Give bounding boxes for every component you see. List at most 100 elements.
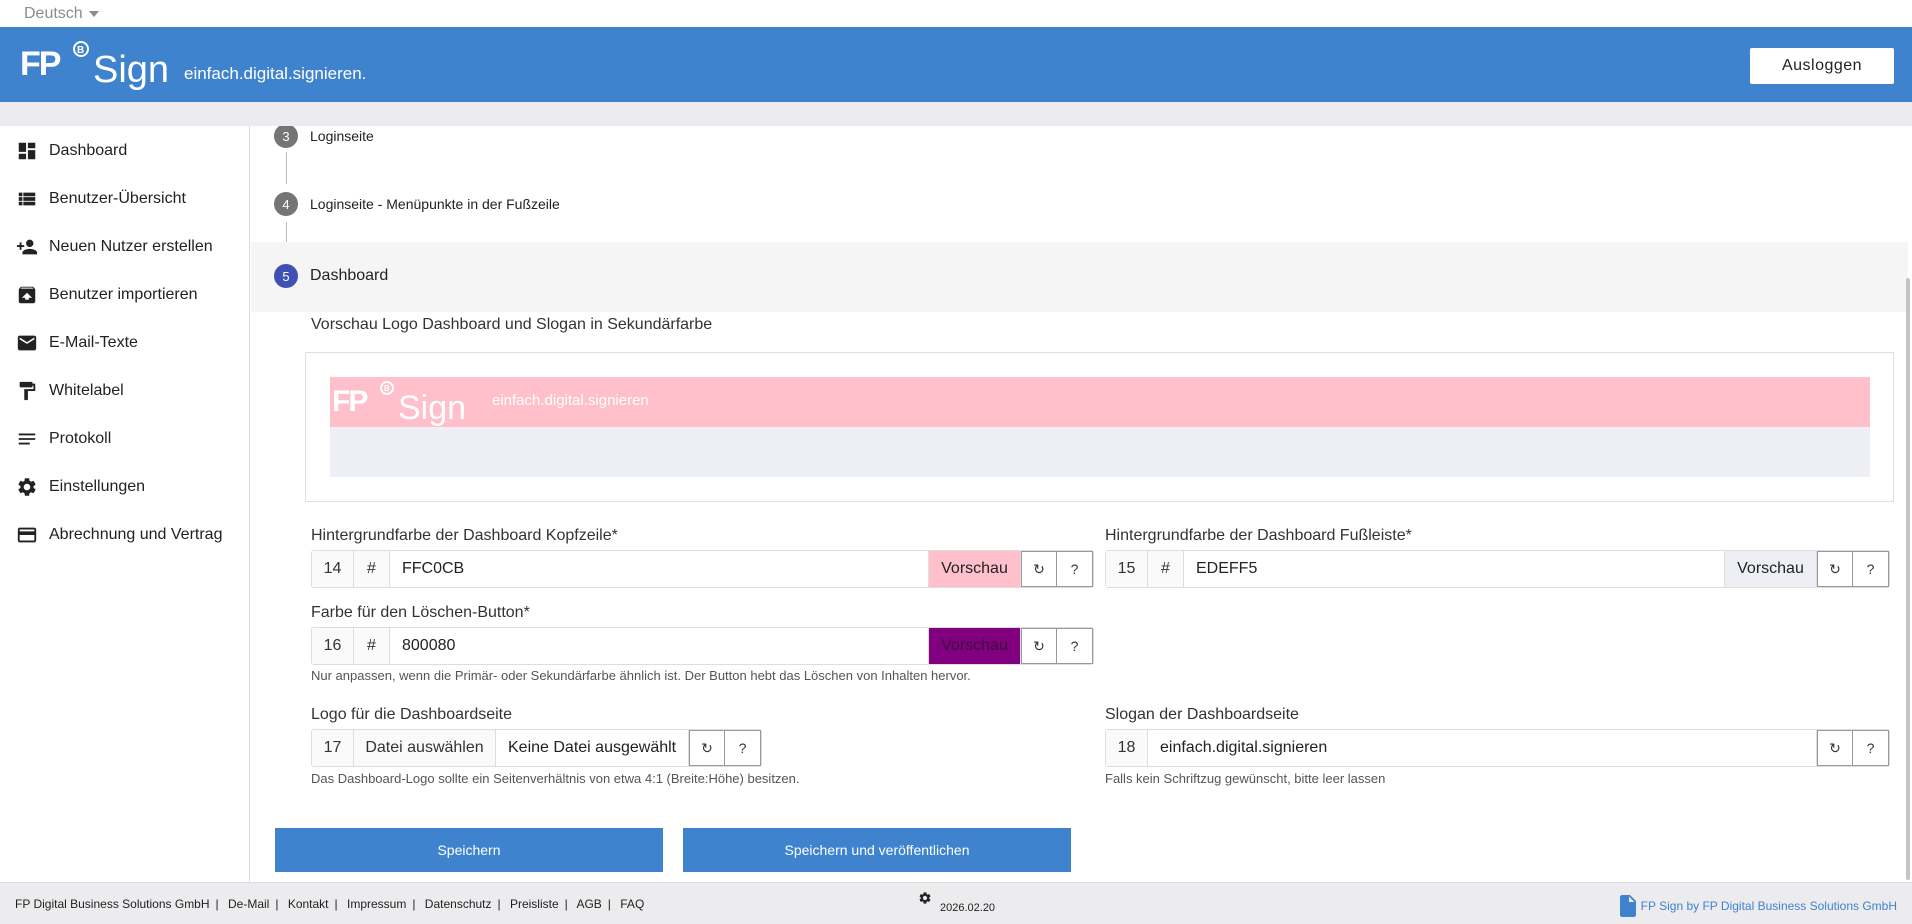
delete-color-preview: Vorschau xyxy=(929,628,1021,664)
footer-bg-input[interactable]: EDEFF5 xyxy=(1184,551,1725,587)
step-number: 5 xyxy=(274,264,298,288)
save-button[interactable]: Speichern xyxy=(275,828,663,872)
footer-link-faq[interactable]: FAQ xyxy=(620,897,644,911)
reset-icon[interactable]: ↻ xyxy=(689,730,725,766)
footer: FP Digital Business Solutions GmbH | De-M… xyxy=(0,882,1912,924)
sidebar-item-user-overview[interactable]: Benutzer-Übersicht xyxy=(16,183,186,215)
help-icon[interactable]: ? xyxy=(1057,628,1093,664)
step-4[interactable]: 4 Loginseite - Menüpunkte in der Fußzeil… xyxy=(274,192,560,216)
list-icon xyxy=(18,192,36,206)
step-connector xyxy=(286,222,287,242)
scrollbar[interactable] xyxy=(1906,278,1910,880)
reset-icon[interactable]: ↻ xyxy=(1021,628,1057,664)
hash-prefix: # xyxy=(354,551,390,587)
reset-icon[interactable]: ↻ xyxy=(1817,730,1853,766)
step-number: 4 xyxy=(274,192,298,216)
sidebar-item-label: Abrechnung und Vertrag xyxy=(49,526,223,543)
dashboard-icon xyxy=(18,142,36,160)
person-add-icon xyxy=(16,239,38,255)
footer-link-demail[interactable]: De-Mail xyxy=(228,897,269,911)
reset-icon[interactable]: ↻ xyxy=(1817,551,1853,587)
svg-text:FP: FP xyxy=(332,385,367,418)
field-number: 14 xyxy=(312,551,354,587)
field-number: 15 xyxy=(1106,551,1148,587)
gear-icon xyxy=(18,478,36,496)
language-value: Deutsch xyxy=(24,5,83,22)
main-content: 3 Loginseite 4 Loginseite - Menüpunkte i… xyxy=(251,126,1908,882)
caret-down-icon xyxy=(88,10,99,17)
sidebar-item-label: E-Mail-Texte xyxy=(49,334,138,351)
preview-logo: FP B Sign xyxy=(332,381,466,427)
header-bg-field: 14 # FFC0CB Vorschau ↻ ? xyxy=(311,550,1094,588)
reset-icon[interactable]: ↻ xyxy=(1021,551,1057,587)
hash-prefix: # xyxy=(1148,551,1184,587)
field-number: 18 xyxy=(1106,730,1148,766)
help-icon[interactable]: ? xyxy=(1057,551,1093,587)
hash-prefix: # xyxy=(354,628,390,664)
help-icon[interactable]: ? xyxy=(1853,551,1889,587)
preview-footer xyxy=(330,427,1870,477)
header-bg-label: Hintergrundfarbe der Dashboard Kopfzeile… xyxy=(311,527,618,544)
sidebar-item-email-texts[interactable]: E-Mail-Texte xyxy=(16,327,138,359)
logout-button[interactable]: Ausloggen xyxy=(1750,48,1894,84)
slogan-input[interactable]: einfach.digital.signieren xyxy=(1148,730,1817,766)
sidebar-item-protocol[interactable]: Protokoll xyxy=(16,423,111,455)
header-shadow-strip xyxy=(0,102,1912,126)
preview-slogan: einfach.digital.signieren xyxy=(492,392,649,409)
step-label: Dashboard xyxy=(310,267,389,284)
footer-link-company[interactable]: FP Digital Business Solutions GmbH xyxy=(15,897,210,911)
slogan-field: 18 einfach.digital.signieren ↻ ? xyxy=(1105,729,1890,767)
header-bg-preview: Vorschau xyxy=(929,551,1021,587)
help-icon[interactable]: ? xyxy=(1853,730,1889,766)
sidebar-item-whitelabel[interactable]: Whitelabel xyxy=(16,375,124,407)
sidebar-item-label: Benutzer-Übersicht xyxy=(49,190,186,207)
document-icon xyxy=(1619,895,1636,917)
sidebar-item-dashboard[interactable]: Dashboard xyxy=(16,135,127,167)
footer-links: FP Digital Business Solutions GmbH | De-M… xyxy=(15,897,645,911)
sidebar-item-label: Dashboard xyxy=(49,142,128,159)
footer-link-privacy[interactable]: Datenschutz xyxy=(425,897,492,911)
save-publish-button[interactable]: Speichern und veröffentlichen xyxy=(683,828,1071,872)
svg-text:FP: FP xyxy=(20,45,61,83)
help-icon[interactable]: ? xyxy=(725,730,761,766)
app-header: FP B Sign einfach.digital.signieren. Aus… xyxy=(0,27,1912,102)
preview-title: Vorschau Logo Dashboard und Slogan in Se… xyxy=(311,316,713,333)
gear-icon[interactable] xyxy=(918,891,932,905)
header-bg-input[interactable]: FFC0CB xyxy=(390,551,929,587)
choose-file-button[interactable]: Datei auswählen xyxy=(354,730,496,766)
preview-header: FP B Sign einfach.digital.signieren xyxy=(330,377,1870,427)
slogan-help: Falls kein Schriftzug gewünscht, bitte l… xyxy=(1105,771,1386,786)
language-select[interactable]: Deutsch xyxy=(24,5,99,23)
fp-sign-logo: FP B Sign xyxy=(20,41,169,91)
delete-color-input[interactable]: 800080 xyxy=(390,628,929,664)
version-label: 2026.02.20 xyxy=(940,902,996,914)
slogan-label: Slogan der Dashboardseite xyxy=(1105,706,1299,723)
footer-link-contact[interactable]: Kontakt xyxy=(288,897,329,911)
sidebar-item-label: Protokoll xyxy=(49,430,112,447)
paint-roller-icon xyxy=(19,381,36,401)
mail-icon xyxy=(17,335,37,351)
footer-brand-link[interactable]: FP Sign by FP Digital Business Solutions… xyxy=(1619,895,1897,917)
sidebar-item-label: Whitelabel xyxy=(49,382,124,399)
step-3[interactable]: 3 Loginseite xyxy=(274,126,374,148)
logo-label: Logo für die Dashboardseite xyxy=(311,706,513,723)
footer-link-imprint[interactable]: Impressum xyxy=(347,897,406,911)
step-label: Loginseite xyxy=(310,128,374,144)
footer-link-terms[interactable]: AGB xyxy=(576,897,601,911)
file-name: Keine Datei ausgewählt xyxy=(496,730,689,766)
sidebar-item-billing[interactable]: Abrechnung und Vertrag xyxy=(16,519,222,551)
field-number: 16 xyxy=(312,628,354,664)
step-label: Loginseite - Menüpunkte in der Fußzeile xyxy=(310,196,560,212)
notes-icon xyxy=(18,433,36,445)
language-bar: Deutsch xyxy=(0,0,1912,27)
sidebar-item-settings[interactable]: Einstellungen xyxy=(16,471,145,503)
delete-color-field: 16 # 800080 Vorschau ↻ ? xyxy=(311,627,1094,665)
footer-bg-field: 15 # EDEFF5 Vorschau ↻ ? xyxy=(1105,550,1890,588)
credit-card-icon xyxy=(17,527,37,543)
footer-brand-text: FP Sign by FP Digital Business Solutions… xyxy=(1640,899,1897,913)
footer-link-pricelist[interactable]: Preisliste xyxy=(510,897,559,911)
sidebar-item-create-user[interactable]: Neuen Nutzer erstellen xyxy=(16,231,213,263)
sidebar-item-label: Benutzer importieren xyxy=(49,286,198,303)
step-5[interactable]: 5 Dashboard xyxy=(274,264,388,288)
sidebar-item-import-users[interactable]: Benutzer importieren xyxy=(16,279,198,311)
